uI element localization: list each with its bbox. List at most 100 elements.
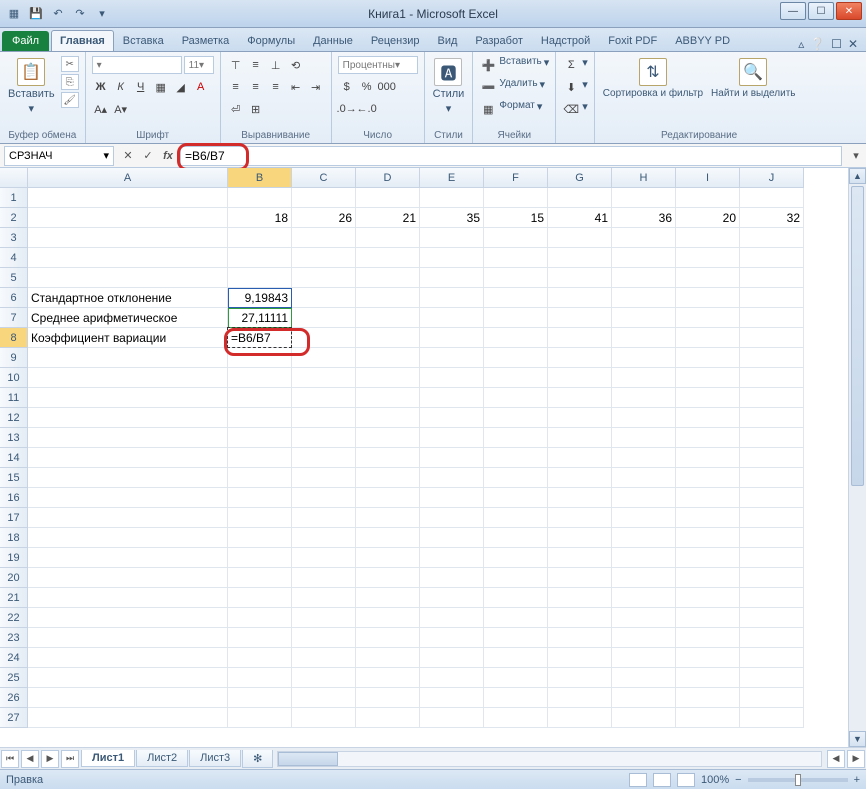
page-break-view-button[interactable] — [677, 773, 695, 787]
cell[interactable]: 9,19843 — [228, 288, 292, 308]
cell[interactable] — [676, 368, 740, 388]
col-header-G[interactable]: G — [548, 168, 612, 188]
select-all-corner[interactable] — [0, 168, 28, 188]
cell[interactable] — [28, 268, 228, 288]
row-header-27[interactable]: 27 — [0, 708, 28, 728]
cell[interactable] — [484, 628, 548, 648]
ribbon-minimize-icon[interactable]: ▵ — [798, 37, 804, 51]
currency-button[interactable]: $ — [338, 78, 356, 96]
cell[interactable] — [740, 228, 804, 248]
cell[interactable] — [484, 488, 548, 508]
cell[interactable] — [612, 628, 676, 648]
cell[interactable] — [228, 428, 292, 448]
cell[interactable] — [612, 688, 676, 708]
cell[interactable] — [28, 188, 228, 208]
cell[interactable] — [676, 248, 740, 268]
cell[interactable] — [28, 648, 228, 668]
page-layout-view-button[interactable] — [653, 773, 671, 787]
cell[interactable] — [228, 608, 292, 628]
cell[interactable] — [28, 468, 228, 488]
col-header-I[interactable]: I — [676, 168, 740, 188]
cell[interactable] — [484, 188, 548, 208]
cell[interactable]: =B6/B7 — [228, 328, 292, 348]
workbook-close-icon[interactable]: ✕ — [848, 37, 858, 51]
cell[interactable] — [484, 308, 548, 328]
name-box[interactable]: СРЗНАЧ ▾ — [4, 146, 114, 166]
cell[interactable] — [228, 568, 292, 588]
cell[interactable] — [548, 288, 612, 308]
cell[interactable] — [28, 408, 228, 428]
cell[interactable] — [28, 708, 228, 728]
cell[interactable] — [740, 528, 804, 548]
increase-font-button[interactable]: A▴ — [92, 100, 110, 118]
col-header-E[interactable]: E — [420, 168, 484, 188]
cell[interactable] — [420, 548, 484, 568]
cell[interactable] — [28, 348, 228, 368]
cell[interactable] — [612, 488, 676, 508]
cell[interactable]: 32 — [740, 208, 804, 228]
row-header-6[interactable]: 6 — [0, 288, 28, 308]
col-header-B[interactable]: B — [228, 168, 292, 188]
cell[interactable] — [356, 688, 420, 708]
cell[interactable] — [292, 608, 356, 628]
undo-button[interactable]: ↶ — [48, 4, 68, 24]
cell[interactable] — [612, 528, 676, 548]
cell[interactable] — [292, 528, 356, 548]
cell[interactable] — [228, 248, 292, 268]
cell[interactable] — [676, 668, 740, 688]
new-sheet-button[interactable]: ✻ — [242, 750, 273, 768]
cell[interactable] — [548, 568, 612, 588]
cell[interactable] — [420, 448, 484, 468]
zoom-in-button[interactable]: + — [854, 774, 860, 786]
cell[interactable] — [228, 708, 292, 728]
excel-icon[interactable]: ▦ — [4, 4, 24, 24]
cell[interactable] — [740, 408, 804, 428]
cell[interactable] — [28, 568, 228, 588]
cell[interactable] — [612, 568, 676, 588]
cell[interactable] — [420, 288, 484, 308]
cell[interactable] — [28, 508, 228, 528]
cell[interactable] — [612, 648, 676, 668]
cell[interactable] — [740, 628, 804, 648]
cell[interactable] — [292, 308, 356, 328]
cell[interactable] — [420, 608, 484, 628]
cell[interactable] — [740, 608, 804, 628]
cell[interactable] — [484, 708, 548, 728]
cell[interactable] — [612, 508, 676, 528]
cell[interactable] — [548, 488, 612, 508]
cell[interactable] — [484, 588, 548, 608]
cell[interactable] — [356, 188, 420, 208]
cell[interactable] — [356, 228, 420, 248]
scroll-up-button[interactable]: ▲ — [849, 168, 866, 184]
cell[interactable] — [612, 668, 676, 688]
cell[interactable] — [484, 248, 548, 268]
fill-button[interactable]: ⬇ — [562, 78, 580, 96]
cell[interactable] — [740, 348, 804, 368]
cell[interactable] — [356, 628, 420, 648]
cell[interactable] — [676, 388, 740, 408]
cell[interactable] — [548, 408, 612, 428]
cell[interactable] — [420, 468, 484, 488]
cell[interactable] — [228, 548, 292, 568]
scroll-thumb[interactable] — [851, 186, 864, 486]
align-middle-button[interactable]: ≡ — [247, 56, 265, 74]
row-header-14[interactable]: 14 — [0, 448, 28, 468]
col-header-H[interactable]: H — [612, 168, 676, 188]
cell[interactable] — [740, 308, 804, 328]
cell[interactable] — [612, 368, 676, 388]
grid[interactable]: A B C D E F G H I J — [0, 168, 866, 188]
cell[interactable] — [548, 248, 612, 268]
cell[interactable]: 18 — [228, 208, 292, 228]
window-restore-icon[interactable]: ☐ — [831, 37, 842, 51]
row-header-1[interactable]: 1 — [0, 188, 28, 208]
cell[interactable] — [28, 388, 228, 408]
cell[interactable] — [612, 408, 676, 428]
cell[interactable] — [292, 648, 356, 668]
cell[interactable] — [28, 628, 228, 648]
cell[interactable] — [420, 628, 484, 648]
cell[interactable] — [292, 428, 356, 448]
tab-view[interactable]: Вид — [429, 30, 467, 51]
cell[interactable] — [612, 348, 676, 368]
cell[interactable] — [356, 568, 420, 588]
cell[interactable] — [356, 368, 420, 388]
